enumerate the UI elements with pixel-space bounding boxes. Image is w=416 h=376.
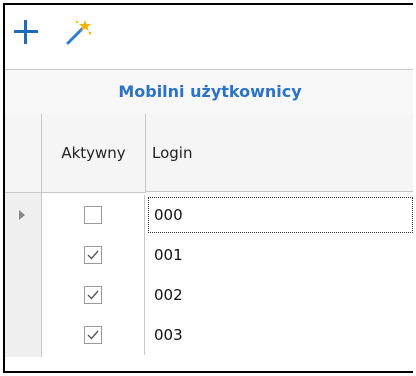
table-row[interactable]: 002 — [42, 275, 413, 315]
active-checkbox[interactable] — [84, 246, 102, 264]
window-frame: Mobilni użytkownicy Aktywny Login 000 00… — [3, 3, 413, 373]
current-row-indicator-icon — [19, 210, 25, 220]
checkmark-icon — [87, 330, 99, 340]
active-cell — [42, 315, 145, 355]
table-row[interactable]: 001 — [42, 235, 413, 275]
login-cell[interactable]: 002 — [146, 275, 413, 315]
grid-corner — [5, 114, 41, 193]
grid-title: Mobilni użytkownicy — [5, 69, 413, 115]
active-cell — [42, 275, 145, 315]
toolbar — [5, 5, 413, 67]
checkmark-icon — [87, 290, 99, 300]
column-header-login[interactable]: Login — [146, 114, 413, 192]
users-grid: Aktywny Login 000 001 002 003 — [5, 114, 413, 357]
active-checkbox[interactable] — [84, 326, 102, 344]
active-checkbox[interactable] — [84, 206, 102, 224]
active-cell — [42, 235, 145, 275]
add-button[interactable] — [11, 17, 41, 47]
login-cell[interactable]: 001 — [146, 235, 413, 275]
table-row[interactable]: 003 — [42, 315, 413, 355]
magic-wand-icon — [66, 20, 92, 45]
table-row[interactable]: 000 — [42, 195, 413, 235]
active-cell — [42, 195, 145, 235]
checkmark-icon — [87, 250, 99, 260]
login-cell[interactable]: 000 — [146, 195, 413, 235]
magic-wand-button[interactable] — [63, 17, 93, 47]
plus-icon — [14, 20, 38, 44]
active-checkbox[interactable] — [84, 286, 102, 304]
login-cell[interactable]: 003 — [146, 315, 413, 355]
column-header-active[interactable]: Aktywny — [42, 114, 146, 193]
